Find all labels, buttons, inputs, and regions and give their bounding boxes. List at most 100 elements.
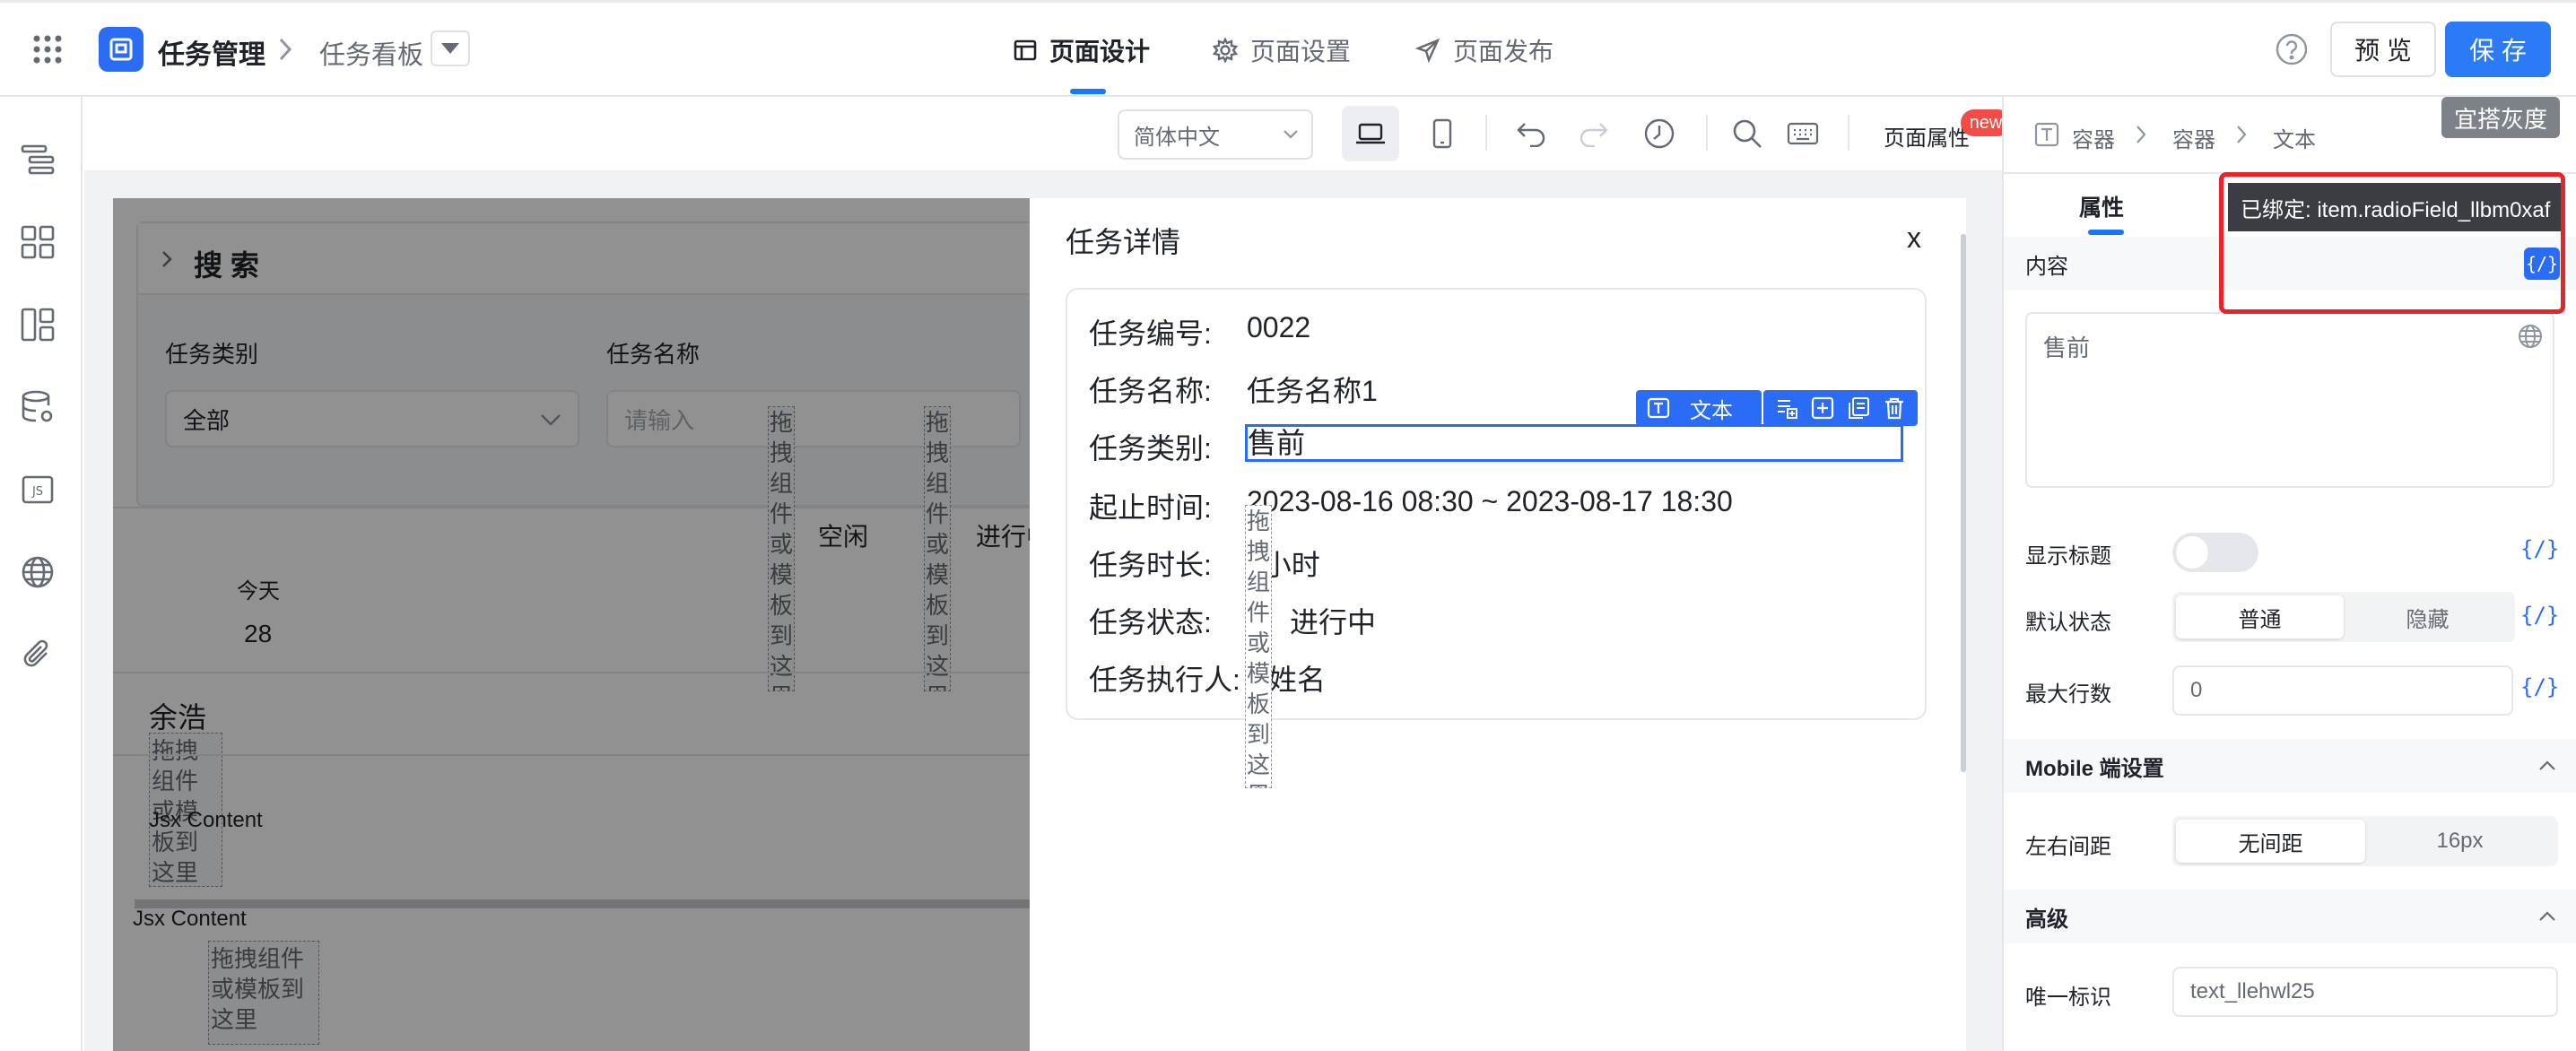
breadcrumb-item[interactable]: 容器 [2072,122,2115,153]
history-button[interactable] [1638,113,1681,154]
variable-binding-button[interactable]: {/} [2520,674,2559,699]
drawer-title: 任务详情 [1066,226,1181,258]
variable-binding-button[interactable]: {/} [2520,536,2559,561]
breadcrumb-page[interactable]: 任务看板 [319,34,423,72]
templates-icon[interactable] [18,305,57,344]
keyboard-icon [1787,122,1819,145]
drop-zone-vertical[interactable]: 拖拽组件或模板到这里 [1245,505,1272,788]
mobile-section-header[interactable]: Mobile 端设置 [2004,739,2576,793]
default-state-segmented: 普通 隐藏 [2172,592,2515,642]
apps-grid-icon[interactable] [32,34,63,65]
app-name[interactable]: 任务管理 [158,32,265,72]
margin-label: 左右间距 [2025,835,2111,859]
language-value: 简体中文 [1134,125,1220,150]
chevron-down-icon [1284,130,1298,139]
show-title-label: 显示标题 [2025,544,2111,569]
advanced-section-title: 高级 [2025,907,2068,932]
chevron-right-icon [2237,126,2247,143]
field-label: 任务名称: [1089,375,1212,407]
send-icon [1415,38,1440,63]
preview-button[interactable]: 预 览 [2330,22,2436,77]
selected-component-tag[interactable]: 文本 [1636,390,1762,426]
copy-icon[interactable] [1846,395,1871,421]
gear-icon [1213,38,1238,63]
svg-text:JS: JS [31,485,43,499]
layout-icon [1014,39,1037,62]
close-icon[interactable]: x [1907,221,1921,255]
attachment-icon[interactable] [18,635,57,674]
add-above-icon[interactable] [1774,395,1799,421]
tab-label: 页面设计 [1049,38,1151,65]
tab-page-settings[interactable]: 页面设置 [1213,30,1351,70]
caret-down-icon [441,43,459,54]
delete-icon[interactable] [1882,395,1907,421]
variable-binding-button[interactable]: {/} [2520,603,2559,628]
mobile-section-title: Mobile 端设置 [2025,756,2164,781]
breadcrumb-item[interactable]: 容器 [2172,122,2215,153]
components-grid-icon[interactable] [18,222,57,262]
top-bar: 任务管理 任务看板 页面设计 页面设置 页面发布 预 览 保 存 [0,0,2576,97]
field-value: 姓名 [1268,664,1327,696]
tab-properties[interactable]: 属性 [2079,190,2124,222]
tab-label: 页面发布 [1453,38,1554,65]
field-value: 2023-08-16 08:30 ~ 2023-08-17 18:30 [1247,485,1733,517]
data-source-icon[interactable] [18,387,57,427]
max-rows-label: 最大行数 [2025,682,2111,707]
text-component-icon [2034,122,2059,147]
detail-card: 任务编号: 0022 任务名称: 任务名称1 任务类别: 售前 起止时间: 20… [1066,288,1927,720]
shortcuts-button[interactable] [1781,113,1824,154]
globe-icon[interactable] [2517,323,2544,350]
left-rail: JS [0,97,83,1051]
modal-mask[interactable] [113,198,1030,1051]
tab-page-publish[interactable]: 页面发布 [1415,30,1553,70]
content-textarea[interactable]: 售前 [2025,312,2554,488]
outline-tree-icon[interactable] [18,140,57,179]
margin-segmented: 无间距 16px [2172,816,2558,866]
field-label: 起止时间: [1089,491,1212,524]
drawer-scrollbar[interactable] [1961,234,1966,772]
field-label: 任务时长: [1089,549,1212,581]
selected-text-component[interactable]: 售前 [1245,424,1903,462]
canvas-toolbar [84,97,2002,170]
breadcrumb-item: 文本 [2273,128,2316,152]
text-component-icon [1647,397,1670,419]
help-icon[interactable] [2275,32,2309,66]
desktop-view-button[interactable] [1342,106,1399,161]
globe-icon[interactable] [18,552,57,592]
active-tab-indicator [2088,230,2124,235]
gray-release-badge: 宜搭灰度 [2441,97,2560,138]
field-label: 任务编号: [1089,317,1212,350]
tab-page-design[interactable]: 页面设计 [1014,30,1150,70]
content-value: 售前 [2043,334,2091,361]
toggle-knob [2176,536,2208,569]
state-option-hidden[interactable]: 隐藏 [2344,595,2511,638]
language-select[interactable]: 简体中文 [1118,109,1313,160]
search-button[interactable] [1726,113,1769,154]
redo-button[interactable] [1571,113,1614,154]
app-root: { "header": { "app_name": "任务管理", "bread… [0,0,2576,1051]
advanced-section-header[interactable]: 高级 [2004,890,2576,943]
undo-button[interactable] [1510,113,1553,154]
show-title-toggle[interactable] [2172,533,2258,572]
margin-option-none[interactable]: 无间距 [2176,820,2365,863]
state-option-normal[interactable]: 普通 [2176,595,2344,638]
toolbar-divider [1706,115,1708,151]
undo-icon [1517,123,1545,147]
save-button[interactable]: 保 存 [2445,22,2551,77]
clock-icon [1644,118,1675,149]
max-rows-input[interactable]: 0 [2172,665,2513,716]
page-switch-dropdown[interactable] [431,30,470,66]
default-state-label: 默认状态 [2025,611,2111,635]
chevron-up-icon [2539,911,2555,921]
mobile-view-button[interactable] [1421,113,1464,154]
field-label: 任务状态: [1089,606,1212,638]
field-label: 任务执行人: [1089,664,1240,696]
field-label: 任务类别: [1089,432,1212,465]
page-properties-button[interactable]: 页面属性 [1884,120,1970,152]
js-code-icon[interactable]: JS [18,470,57,509]
unique-id-input[interactable]: text_llehwl25 [2172,967,2558,1017]
task-detail-drawer: 任务详情 x 任务编号: 0022 任务名称: 任务名称1 任务类别: 售前 起… [1030,198,1966,1051]
margin-option-16px[interactable]: 16px [2365,820,2554,863]
add-component-icon[interactable] [1810,395,1835,421]
search-icon [1733,119,1762,148]
